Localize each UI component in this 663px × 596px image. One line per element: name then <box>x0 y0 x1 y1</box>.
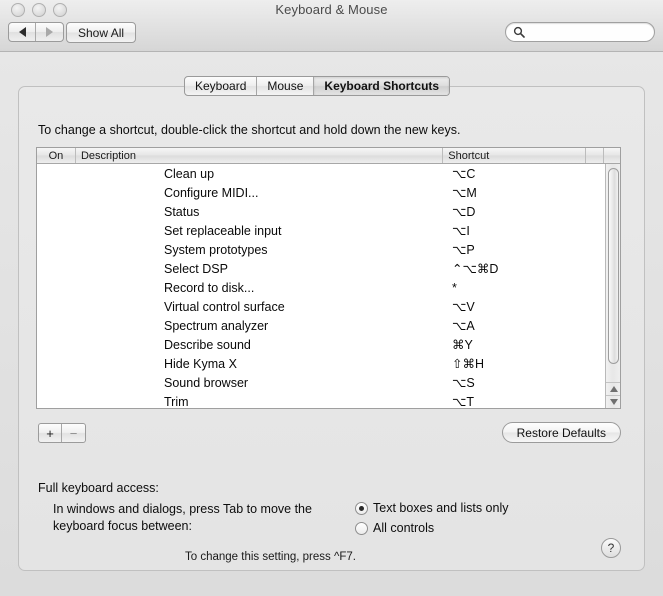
row-description-cell: Status <box>164 204 200 219</box>
row-shortcut-cell[interactable]: ⌥S <box>444 375 587 390</box>
add-remove-button-group: + − <box>38 423 86 443</box>
search-field[interactable] <box>505 22 663 42</box>
row-description-cell: Sound browser <box>164 375 249 390</box>
table-row[interactable]: Hide Kyma X ⇧⌘H <box>37 354 606 373</box>
row-shortcut-cell[interactable]: ⌥T <box>444 394 587 408</box>
row-shortcut-cell[interactable]: ⇧⌘H <box>444 356 587 371</box>
window-titlebar: Keyboard & Mouse Show All <box>0 0 663 52</box>
navigation-button-group <box>8 22 64 42</box>
table-row[interactable]: Virtual control surface ⌥V <box>37 297 606 316</box>
row-description-cell: Record to disk... <box>164 280 255 295</box>
column-header-extra-1[interactable] <box>586 148 605 163</box>
table-row[interactable]: System prototypes ⌥P <box>37 240 606 259</box>
restore-defaults-button[interactable]: Restore Defaults <box>501 422 621 443</box>
remove-shortcut-button[interactable]: − <box>62 424 85 442</box>
table-vertical-scrollbar[interactable] <box>605 164 620 408</box>
column-header-shortcut[interactable]: Shortcut <box>443 148 587 163</box>
table-row[interactable]: Clean up ⌥C <box>37 164 606 183</box>
row-shortcut-cell[interactable]: ⌥C <box>444 166 587 181</box>
column-header-extra-2[interactable] <box>604 148 620 163</box>
add-shortcut-button[interactable]: + <box>39 424 62 442</box>
keyboard-access-hint: To change this setting, press ^F7. <box>185 551 356 563</box>
row-shortcut-cell[interactable]: ⌃⌥⌘D <box>444 261 587 276</box>
search-icon <box>513 26 525 38</box>
tab-mouse[interactable]: Mouse <box>257 77 315 95</box>
back-button[interactable] <box>9 23 37 41</box>
search-input[interactable] <box>525 24 663 40</box>
table-row[interactable]: Spectrum analyzer ⌥A <box>37 316 606 335</box>
table-row[interactable]: Configure MIDI... ⌥M <box>37 183 606 202</box>
row-shortcut-cell[interactable]: ⌥M <box>444 185 587 200</box>
triangle-up-icon <box>609 386 618 392</box>
row-description-cell: Clean up <box>164 166 215 181</box>
show-all-button[interactable]: Show All <box>66 22 137 43</box>
table-row[interactable]: Set replaceable input ⌥I <box>37 221 606 240</box>
window-title: Keyboard & Mouse <box>275 2 388 17</box>
scroll-down-arrow-icon[interactable] <box>606 395 620 408</box>
radio-option-label: All controls <box>373 521 435 535</box>
row-description-cell: Virtual control surface <box>164 299 285 314</box>
chevron-left-icon <box>18 27 26 37</box>
forward-button[interactable] <box>36 23 63 41</box>
full-keyboard-access-title: Full keyboard access: <box>38 481 159 495</box>
row-description-cell: Trim <box>164 394 189 409</box>
column-header-description[interactable]: Description <box>76 148 444 163</box>
table-body: Clean up ⌥C Configure MIDI... ⌥M Status … <box>37 164 606 409</box>
row-description-cell: Describe sound <box>164 337 251 352</box>
tab-keyboard[interactable]: Keyboard <box>185 77 258 95</box>
row-description-cell: Spectrum analyzer <box>164 318 269 333</box>
row-shortcut-cell[interactable]: ⌥P <box>444 242 587 257</box>
scrollbar-thumb[interactable] <box>608 168 619 364</box>
scroll-up-arrow-icon[interactable] <box>606 382 620 395</box>
radio-option-text-boxes-and-lists-only[interactable]: Text boxes and lists only <box>355 501 509 515</box>
row-shortcut-cell[interactable]: ⌥V <box>444 299 587 314</box>
row-shortcut-cell[interactable]: * <box>444 281 587 295</box>
table-row[interactable]: Sound browser ⌥S <box>37 373 606 392</box>
full-keyboard-access-description: In windows and dialogs, press Tab to mov… <box>53 502 312 533</box>
row-shortcut-cell[interactable]: ⌥D <box>444 204 587 219</box>
row-description-cell: Configure MIDI... <box>164 185 259 200</box>
chevron-right-icon <box>46 27 53 37</box>
row-shortcut-cell[interactable]: ⌥I <box>444 223 587 238</box>
row-shortcut-cell[interactable]: ⌥A <box>444 318 587 333</box>
row-description-cell: Hide Kyma X <box>164 356 237 371</box>
radio-button-unselected-icon <box>355 521 368 535</box>
table-row[interactable]: Describe sound ⌘Y <box>37 335 606 354</box>
row-description-cell: System prototypes <box>164 242 268 257</box>
row-description-cell: Select DSP <box>164 261 228 276</box>
row-shortcut-cell[interactable]: ⌘Y <box>444 337 587 352</box>
radio-button-selected-icon <box>355 501 368 515</box>
table-row[interactable]: Select DSP ⌃⌥⌘D <box>37 259 606 278</box>
table-row[interactable]: Record to disk... * <box>37 278 606 297</box>
table-row[interactable]: Status ⌥D <box>37 202 606 221</box>
row-description-cell: Set replaceable input <box>164 223 282 238</box>
help-button[interactable]: ? <box>601 538 621 558</box>
tab-bar: Keyboard Mouse Keyboard Shortcuts <box>184 76 451 96</box>
triangle-down-icon <box>609 399 618 405</box>
tab-keyboard-shortcuts[interactable]: Keyboard Shortcuts <box>314 77 450 95</box>
table-header-row: On Description Shortcut <box>37 148 620 164</box>
radio-option-label: Text boxes and lists only <box>373 501 509 515</box>
radio-option-all-controls[interactable]: All controls <box>355 521 434 535</box>
table-row[interactable]: Trim ⌥T <box>37 392 606 409</box>
system-preferences-window: Keyboard & Mouse Show All Keyboard Mouse… <box>0 0 663 596</box>
column-header-on[interactable]: On <box>37 148 76 163</box>
shortcuts-table: On Description Shortcut Clean up ⌥C Conf… <box>36 147 621 409</box>
instructions-text: To change a shortcut, double-click the s… <box>38 123 461 137</box>
